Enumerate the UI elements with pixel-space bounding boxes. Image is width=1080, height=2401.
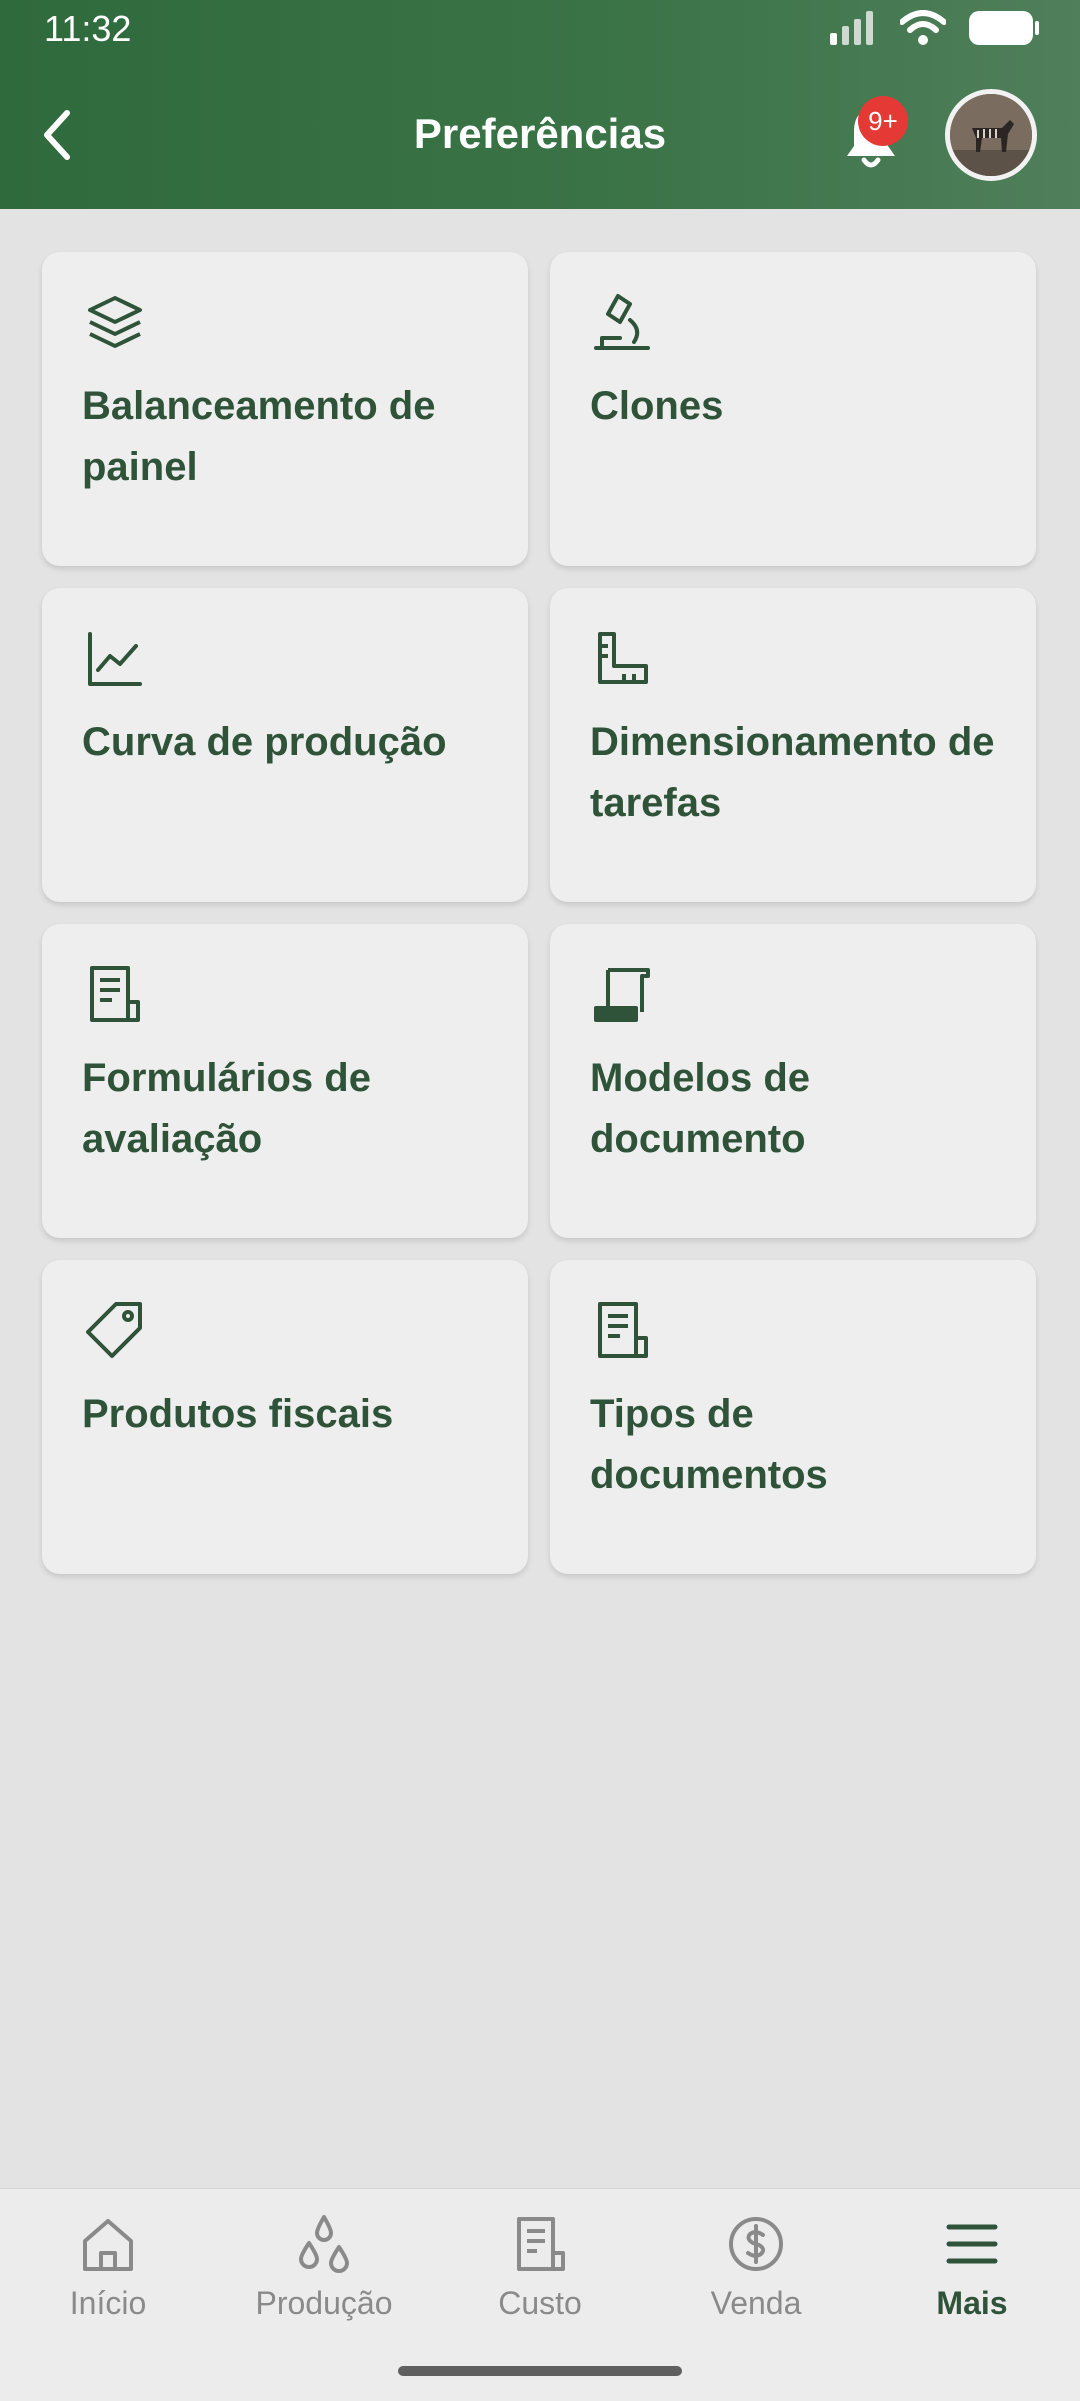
card-curva-de-producao[interactable]: Curva de produção — [42, 588, 528, 902]
card-balanceamento-de-painel[interactable]: Balanceamento de painel — [42, 252, 528, 566]
tag-icon — [86, 1302, 142, 1358]
card-produtos-fiscais[interactable]: Produtos fiscais — [42, 1260, 528, 1574]
nav-label: Mais — [936, 2285, 1008, 2321]
card-label: Curva de produção — [82, 720, 447, 764]
zebra-avatar-image — [950, 94, 1032, 176]
card-tipos-de-documentos[interactable]: Tipos de documentos — [550, 1260, 1036, 1574]
battery-icon — [969, 11, 1039, 45]
scroll-icon — [594, 968, 650, 1022]
receipt-icon — [517, 2217, 565, 2271]
card-label: Tipos de documentos — [590, 1392, 828, 1497]
card-label: Dimensionamento de tarefas — [590, 720, 995, 825]
nav-venda[interactable]: Venda — [648, 2213, 864, 2322]
nav-mais[interactable]: Mais — [864, 2213, 1080, 2322]
form-document-icon — [90, 966, 140, 1022]
card-modelos-de-documento[interactable]: Modelos de documento — [550, 924, 1036, 1238]
document-list-icon — [598, 1302, 648, 1358]
card-label: Formulários de avaliação — [82, 1056, 371, 1161]
ruler-icon — [598, 632, 648, 684]
layers-icon — [88, 296, 142, 348]
nav-label: Início — [69, 2285, 147, 2321]
nav-label: Custo — [498, 2285, 582, 2321]
nav-custo[interactable]: Custo — [432, 2213, 648, 2322]
home-icon — [83, 2219, 133, 2271]
page-title: Preferências — [413, 110, 667, 157]
wifi-icon — [900, 10, 946, 45]
card-label: Balanceamento de painel — [82, 384, 436, 489]
line-chart-icon — [88, 632, 142, 686]
nav-inicio[interactable]: Início — [0, 2213, 216, 2322]
card-clones[interactable]: Clones — [550, 252, 1036, 566]
home-indicator[interactable] — [398, 2366, 682, 2376]
status-icons — [828, 10, 1040, 46]
nav-producao[interactable]: Produção — [216, 2213, 432, 2322]
card-label: Clones — [590, 384, 724, 428]
notification-badge: 9+ — [858, 96, 908, 146]
status-time: 11:32 — [44, 8, 132, 49]
preferences-grid: Balanceamento de painel Clones Curva de … — [42, 252, 1038, 1574]
signal-icon — [830, 11, 873, 45]
microscope-icon — [594, 294, 650, 350]
nav-label: Venda — [710, 2285, 802, 2321]
card-formularios-de-avaliacao[interactable]: Formulários de avaliação — [42, 924, 528, 1238]
drops-icon — [299, 2215, 349, 2273]
menu-icon — [946, 2224, 998, 2264]
nav-label: Produção — [255, 2285, 393, 2321]
dollar-coin-icon — [729, 2217, 783, 2271]
card-dimensionamento-de-tarefas[interactable]: Dimensionamento de tarefas — [550, 588, 1036, 902]
app-header: 11:32 Preferências 9+ — [0, 0, 1080, 209]
card-label: Modelos de documento — [590, 1056, 811, 1161]
card-label: Produtos fiscais — [82, 1392, 394, 1436]
avatar[interactable] — [945, 89, 1037, 181]
